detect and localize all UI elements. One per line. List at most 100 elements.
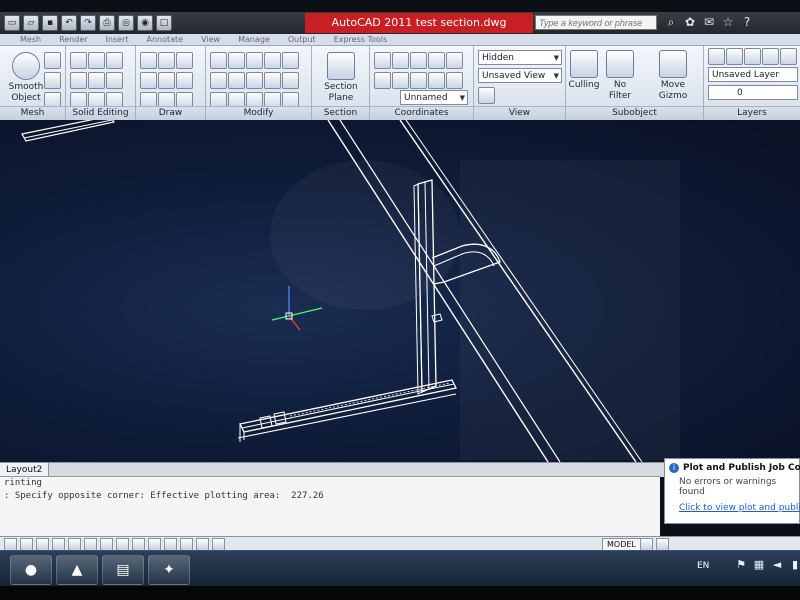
- acrobat-icon[interactable]: ▲: [56, 555, 98, 585]
- panel-title-subobject[interactable]: Subobject: [566, 106, 703, 120]
- layer-match-icon[interactable]: [726, 48, 743, 65]
- tab-layout2[interactable]: Layout2: [0, 463, 50, 477]
- layer-previous-icon[interactable]: [744, 48, 761, 65]
- layer-isolate-icon[interactable]: [762, 48, 779, 65]
- tab-view[interactable]: View: [201, 34, 220, 45]
- extract-edges-icon[interactable]: [88, 52, 105, 69]
- panel-title-section[interactable]: Section: [312, 106, 369, 120]
- redo-icon[interactable]: ↷: [80, 15, 96, 31]
- move-icon[interactable]: [246, 52, 263, 69]
- tab-insert[interactable]: Insert: [106, 34, 129, 45]
- arc-icon[interactable]: [176, 52, 193, 69]
- bulb-icon[interactable]: ◉: [137, 15, 153, 31]
- subscription-icon[interactable]: ✿: [683, 14, 697, 30]
- quick-access-toolbar: ▭ ▱ ▪ ↶ ↷ ⎙ ◎ ◉ □: [4, 15, 172, 31]
- document-icon[interactable]: ▤: [102, 555, 144, 585]
- command-window[interactable]: rinting : Specify opposite corner: Effec…: [0, 476, 660, 537]
- culling-button[interactable]: Culling: [568, 50, 600, 91]
- move-3d-icon[interactable]: [210, 52, 227, 69]
- drawing-viewport[interactable]: [0, 120, 800, 462]
- line-icon[interactable]: [158, 52, 175, 69]
- move-gizmo-button[interactable]: Move Gizmo: [646, 50, 700, 102]
- flag-icon[interactable]: ⚑: [735, 559, 747, 571]
- polyline-icon[interactable]: [140, 52, 157, 69]
- visual-style-dropdown[interactable]: Hidden ▼: [478, 50, 562, 65]
- ucs-zaxis-icon[interactable]: [428, 72, 445, 89]
- workspace-icon[interactable]: ◎: [118, 15, 134, 31]
- panel-title-solid-editing[interactable]: Solid Editing: [66, 106, 135, 120]
- help-icon[interactable]: ?: [740, 14, 754, 30]
- open-icon[interactable]: ▱: [23, 15, 39, 31]
- ucs-y-icon[interactable]: [410, 72, 427, 89]
- search-input[interactable]: [535, 15, 657, 30]
- panel-title-mesh[interactable]: Mesh: [0, 106, 65, 120]
- ucs-dropdown[interactable]: Unnamed ▼: [400, 90, 468, 105]
- new-icon[interactable]: ▭: [4, 15, 20, 31]
- firefox-icon[interactable]: ●: [10, 555, 52, 585]
- star-icon[interactable]: ☆: [721, 14, 735, 30]
- ucs-3point-icon[interactable]: [446, 52, 463, 69]
- ucs-x-icon[interactable]: [410, 52, 427, 69]
- panel-title-view[interactable]: View: [474, 106, 565, 120]
- search-icon[interactable]: ⌕: [664, 14, 678, 30]
- subtract-icon[interactable]: [70, 72, 87, 89]
- info-center: ⌕ ✿ ✉ ☆ ?: [664, 14, 754, 30]
- mirror-icon[interactable]: [264, 72, 281, 89]
- helix-icon[interactable]: [158, 72, 175, 89]
- panel-title-modify[interactable]: Modify: [206, 106, 311, 120]
- ucs-named-icon[interactable]: [374, 72, 391, 89]
- fillet-edge-icon[interactable]: [106, 72, 123, 89]
- mesh-refine-icon[interactable]: [44, 72, 61, 89]
- plot-publish-notification[interactable]: i Plot and Publish Job Complete No error…: [664, 458, 800, 524]
- layer-state-dropdown[interactable]: Unsaved Layer State: [708, 67, 798, 95]
- notification-details-link[interactable]: Click to view plot and publish details: [679, 503, 800, 513]
- power-icon[interactable]: ▮: [789, 559, 800, 571]
- network-icon[interactable]: ▦: [753, 559, 765, 571]
- imprint-icon[interactable]: [88, 72, 105, 89]
- layer-freeze-icon[interactable]: [780, 48, 797, 65]
- tab-mesh[interactable]: Mesh: [20, 34, 41, 45]
- coordinates-tools: [374, 52, 463, 89]
- messenger-icon[interactable]: ✦: [148, 555, 190, 585]
- smooth-object-button[interactable]: Smooth Object: [6, 52, 46, 104]
- extrude-face-icon[interactable]: [106, 52, 123, 69]
- trim-icon[interactable]: [282, 72, 299, 89]
- fillet-icon[interactable]: [282, 52, 299, 69]
- tab-render[interactable]: Render: [59, 34, 87, 45]
- save-icon[interactable]: ▪: [42, 15, 58, 31]
- ucs-world-icon[interactable]: [392, 52, 409, 69]
- section-plane-button[interactable]: Section Plane: [320, 52, 362, 104]
- align-icon[interactable]: [210, 72, 227, 89]
- array-icon[interactable]: [228, 72, 245, 89]
- volume-icon[interactable]: ◄: [771, 559, 783, 571]
- panel-title-coordinates[interactable]: Coordinates: [370, 106, 473, 120]
- tab-output[interactable]: Output: [288, 34, 316, 45]
- tab-annotate[interactable]: Annotate: [147, 34, 184, 45]
- ucs-face-icon[interactable]: [392, 72, 409, 89]
- ucs-icon[interactable]: [374, 52, 391, 69]
- communication-icon[interactable]: ✉: [702, 14, 716, 30]
- beam-fragment-left: [21, 120, 115, 142]
- panel-title-layers[interactable]: Layers: [704, 106, 800, 120]
- circle-icon[interactable]: [176, 72, 193, 89]
- spline-icon[interactable]: [140, 72, 157, 89]
- ucs-origin-icon[interactable]: [428, 52, 445, 69]
- no-filter-button[interactable]: No Filter: [602, 50, 638, 102]
- ucs-icon-settings[interactable]: [446, 72, 463, 89]
- saved-view-dropdown[interactable]: Unsaved View ▼: [478, 68, 562, 83]
- panel-title-draw[interactable]: Draw: [136, 106, 205, 120]
- mesh-smooth-icon[interactable]: [44, 52, 61, 69]
- layer-properties-icon[interactable]: [708, 48, 725, 65]
- plot-icon[interactable]: ⎙: [99, 15, 115, 31]
- language-indicator[interactable]: EN: [697, 561, 709, 571]
- tab-manage[interactable]: Manage: [238, 34, 270, 45]
- layer-dropdown[interactable]: 0: [708, 85, 798, 100]
- undo-icon[interactable]: ↶: [61, 15, 77, 31]
- layer-color-icon[interactable]: □: [156, 15, 172, 31]
- copy-icon[interactable]: [264, 52, 281, 69]
- rotate-3d-icon[interactable]: [228, 52, 245, 69]
- viewport-config-icon[interactable]: [478, 87, 495, 104]
- rotate-icon[interactable]: [246, 72, 263, 89]
- union-icon[interactable]: [70, 52, 87, 69]
- tab-express-tools[interactable]: Express Tools: [334, 34, 388, 45]
